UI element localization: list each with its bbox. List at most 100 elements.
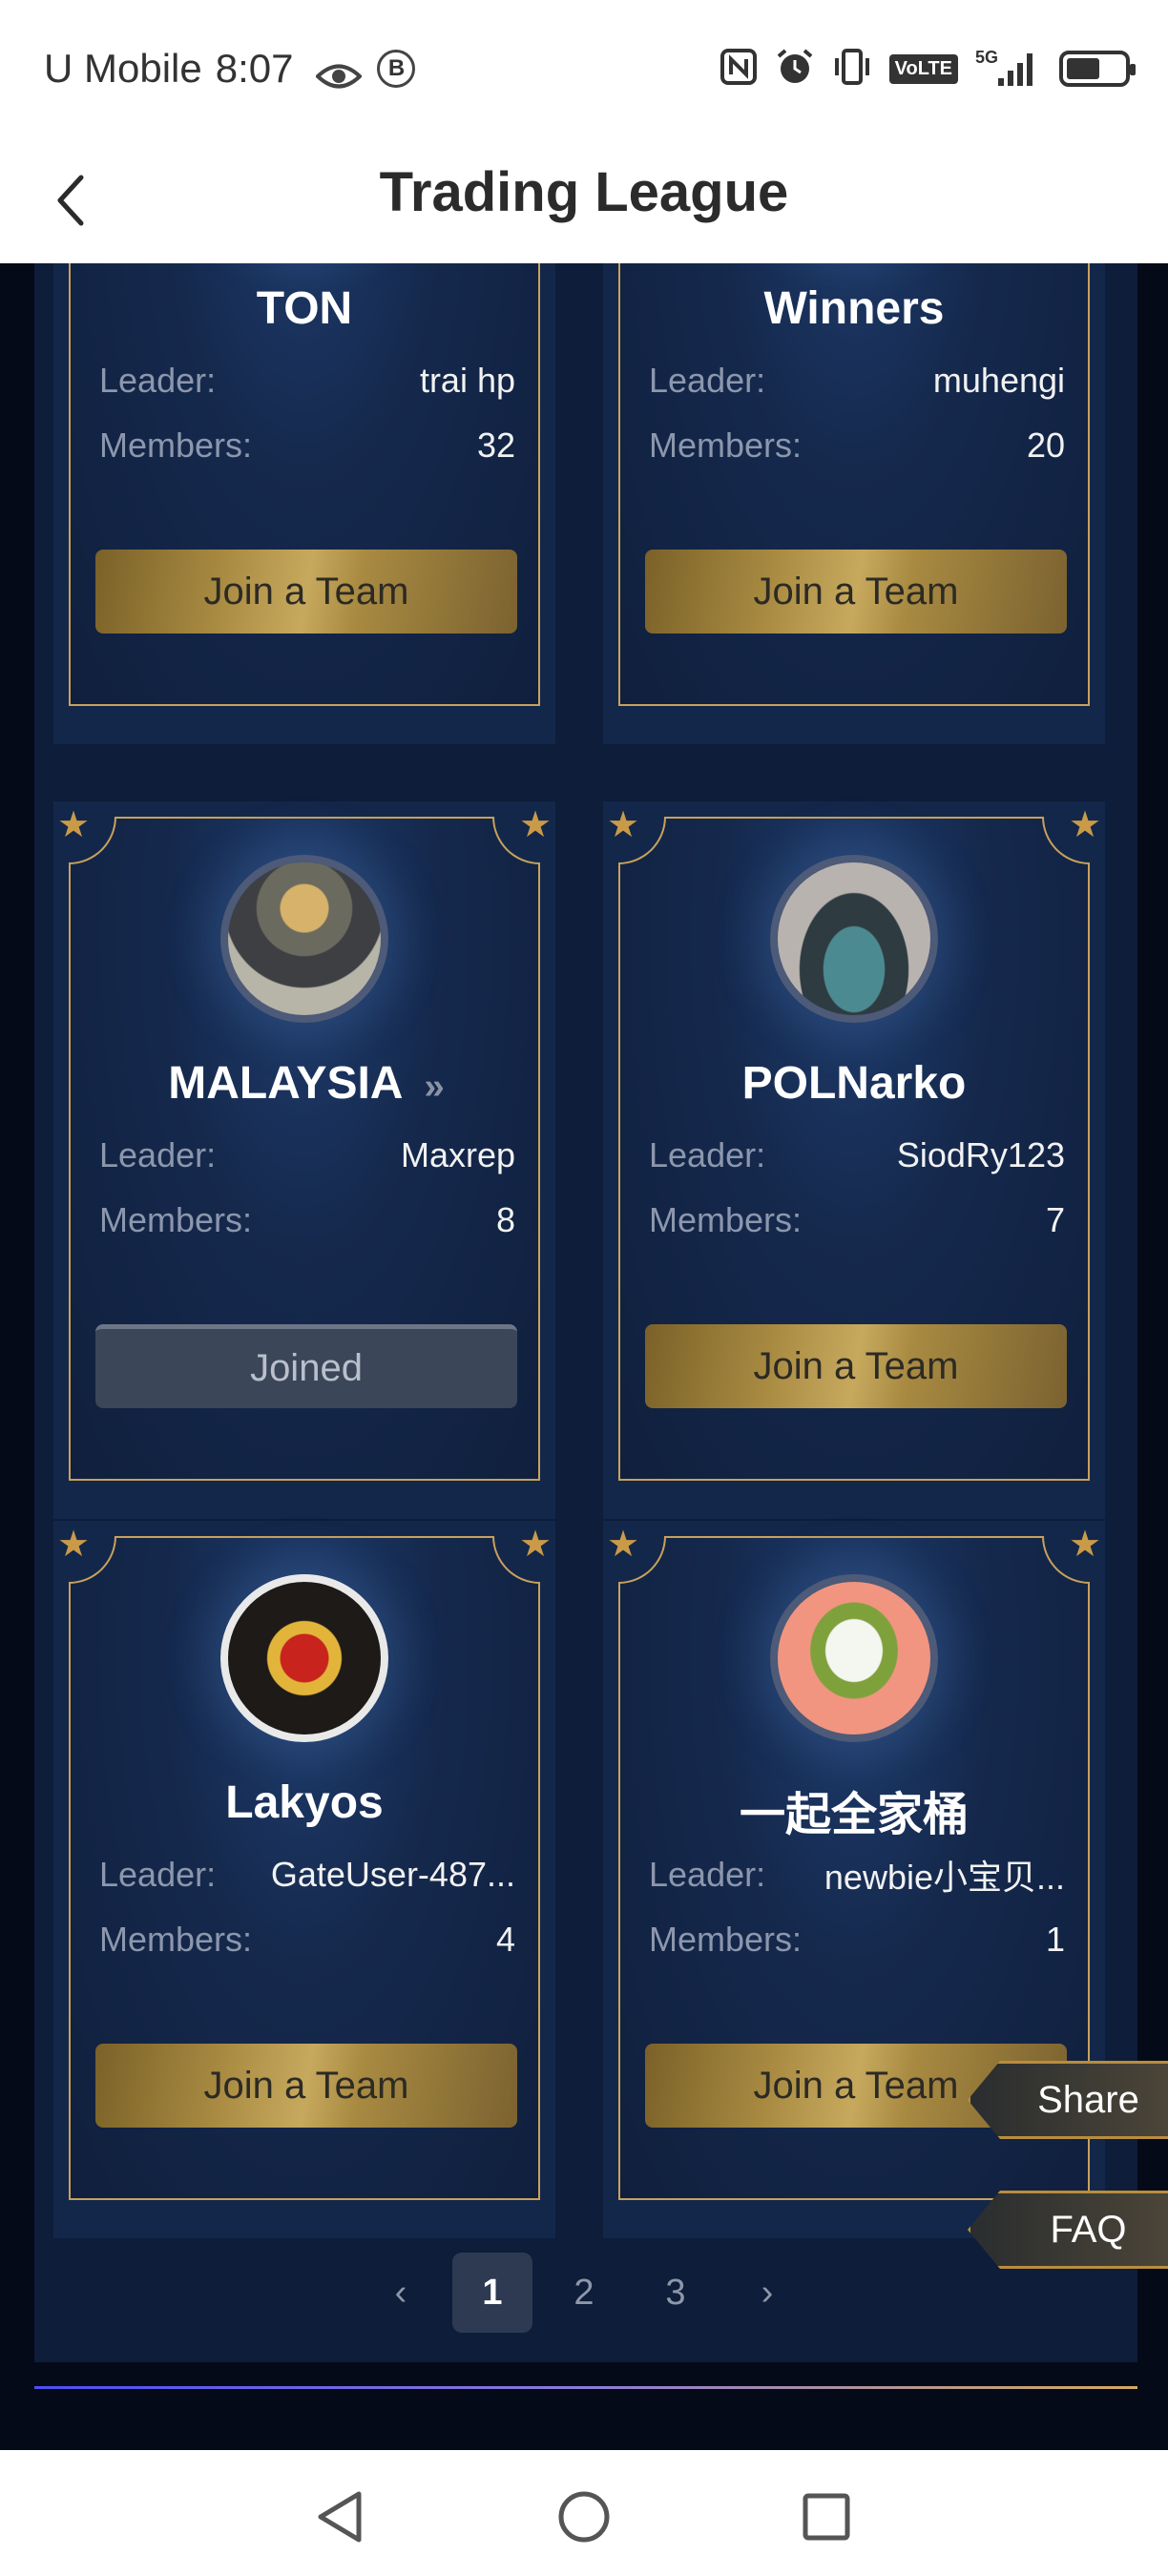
team-card-frame: ★ ★ MALAYSIA ›› Leader: Maxrep Members: 8 J…: [57, 805, 552, 1481]
members-label: Members:: [99, 1920, 253, 1959]
leader-label: Leader:: [99, 361, 217, 400]
members-row: Members: 7: [649, 1196, 1065, 1244]
leader-value: Maxrep: [400, 1135, 515, 1174]
alarm-icon: [775, 47, 815, 92]
back-triangle-icon[interactable]: [302, 2479, 378, 2555]
team-card-frame: ★ ★ Lakyos Leader: GateUser-487... Member…: [57, 1525, 552, 2200]
star-icon: ★: [56, 1525, 91, 1565]
leader-value: newbie小宝贝...: [824, 1858, 1065, 1897]
leader-row: Leader: Maxrep: [99, 1132, 515, 1179]
prev-page-button[interactable]: ‹: [361, 2253, 441, 2333]
leader-row: Leader: trai hp: [99, 357, 515, 405]
team-name: Lakyos: [225, 1777, 384, 1828]
members-row: Members: 20: [649, 422, 1065, 469]
page-1-button[interactable]: 1: [452, 2253, 532, 2333]
leader-label: Leader:: [649, 1135, 766, 1174]
members-value: 4: [495, 1920, 515, 1959]
team-name: 一起全家桶: [739, 1790, 969, 1840]
leader-row: Leader: GateUser-487...: [99, 1851, 515, 1899]
team-name: MALAYSIA ››: [71, 1057, 538, 1110]
members-label: Members:: [99, 1200, 253, 1239]
team-list-content[interactable]: TON Leader: trai hp Members: 32 Join a Tea…: [0, 263, 1168, 2450]
star-icon: ★: [606, 805, 640, 845]
leader-value: SiodRy123: [896, 1135, 1065, 1174]
team-card-polnarko[interactable]: ★ ★ POLNarko Leader: SiodRy123 Members: 7 …: [603, 801, 1105, 1519]
leader-label: Leader:: [649, 1855, 766, 1894]
status-left: U Mobile 8:07 B: [44, 42, 416, 95]
team-card-ton[interactable]: TON Leader: trai hp Members: 32 Join a Tea…: [53, 263, 555, 744]
vibrate-icon: [832, 47, 872, 92]
faq-button[interactable]: FAQ: [968, 2191, 1168, 2269]
star-icon: ★: [1068, 1525, 1102, 1565]
join-team-button[interactable]: Join a Team: [95, 2044, 517, 2128]
members-value: 8: [495, 1200, 515, 1239]
members-row: Members: 1: [649, 1916, 1065, 1963]
leader-row: Leader: muhengi: [649, 357, 1065, 405]
star-icon: ★: [56, 805, 91, 845]
page-title: Trading League: [379, 161, 789, 223]
battery-icon: [1059, 51, 1136, 87]
recents-square-icon[interactable]: [788, 2479, 865, 2555]
status-time: 8:07: [215, 46, 294, 91]
members-value: 1: [1045, 1920, 1065, 1959]
leader-row: Leader: newbie小宝贝...: [649, 1851, 1065, 1899]
leader-value: GateUser-487...: [270, 1855, 515, 1894]
team-name: POLNarko: [741, 1058, 967, 1109]
volte-icon: VoLTE: [888, 53, 958, 84]
team-card-frame: Winners Leader: muhengi Members: 20 Join a…: [618, 263, 1090, 706]
star-icon: ★: [518, 805, 553, 845]
eye-icon: [315, 54, 364, 89]
star-icon: ★: [606, 1525, 640, 1565]
pagination: ‹ 1 2 3 ›: [0, 2253, 1168, 2333]
status-bar: U Mobile 8:07 B VoLTE 5G: [0, 0, 1168, 137]
home-circle-icon[interactable]: [546, 2479, 622, 2555]
team-card-frame: TON Leader: trai hp Members: 32 Join a Tea…: [69, 263, 540, 706]
members-row: Members: 8: [99, 1196, 515, 1244]
share-button[interactable]: Share: [968, 2061, 1168, 2139]
team-card-lakyos[interactable]: ★ ★ Lakyos Leader: GateUser-487... Member…: [53, 1521, 555, 2238]
team-card-malaysia[interactable]: ★ ★ MALAYSIA ›› Leader: Maxrep Members: 8 J…: [53, 801, 555, 1519]
next-page-button[interactable]: ›: [727, 2253, 807, 2333]
members-label: Members:: [649, 1200, 803, 1239]
b-badge-icon: B: [377, 50, 416, 88]
carrier-name: U Mobile: [44, 46, 202, 91]
nfc-icon: [720, 48, 758, 91]
team-avatar: [770, 855, 938, 1023]
signal-icon: 5G: [975, 46, 1042, 93]
leader-label: Leader:: [99, 1135, 217, 1174]
app-header: Trading League: [0, 137, 1168, 263]
leader-row: Leader: SiodRy123: [649, 1132, 1065, 1179]
team-avatar: [220, 855, 388, 1023]
team-card-winners[interactable]: Winners Leader: muhengi Members: 20 Join a…: [603, 263, 1105, 744]
team-avatar: [220, 1574, 388, 1742]
page-2-button[interactable]: 2: [544, 2253, 624, 2333]
team-name: TON: [256, 283, 353, 334]
team-name-text: MALAYSIA: [168, 1058, 404, 1109]
team-avatar: [770, 1574, 938, 1742]
status-right: VoLTE 5G: [720, 44, 1136, 93]
svg-text:5G: 5G: [975, 48, 998, 67]
members-value: 7: [1045, 1200, 1065, 1239]
members-value: 20: [1026, 426, 1065, 465]
join-team-button[interactable]: Join a Team: [645, 550, 1067, 634]
members-value: 32: [476, 426, 515, 465]
join-team-button[interactable]: Join a Team: [95, 550, 517, 634]
joined-button[interactable]: Joined: [95, 1324, 517, 1408]
members-label: Members:: [649, 1920, 803, 1959]
team-card-frame: ★ ★ POLNarko Leader: SiodRy123 Members: 7 …: [607, 805, 1101, 1481]
join-team-button[interactable]: Join a Team: [645, 1324, 1067, 1408]
leader-label: Leader:: [99, 1855, 217, 1894]
star-icon: ★: [1068, 805, 1102, 845]
team-name: Winners: [763, 283, 945, 334]
leader-label: Leader:: [649, 361, 766, 400]
chevron-right-double-icon[interactable]: ››: [424, 1067, 444, 1107]
page-3-button[interactable]: 3: [636, 2253, 716, 2333]
members-row: Members: 32: [99, 422, 515, 469]
leader-value: trai hp: [419, 361, 515, 400]
system-nav-bar: [0, 2450, 1168, 2576]
leader-value: muhengi: [932, 361, 1065, 400]
star-icon: ★: [518, 1525, 553, 1565]
members-label: Members:: [99, 426, 253, 465]
footer-divider: [34, 2386, 1137, 2389]
members-label: Members:: [649, 426, 803, 465]
